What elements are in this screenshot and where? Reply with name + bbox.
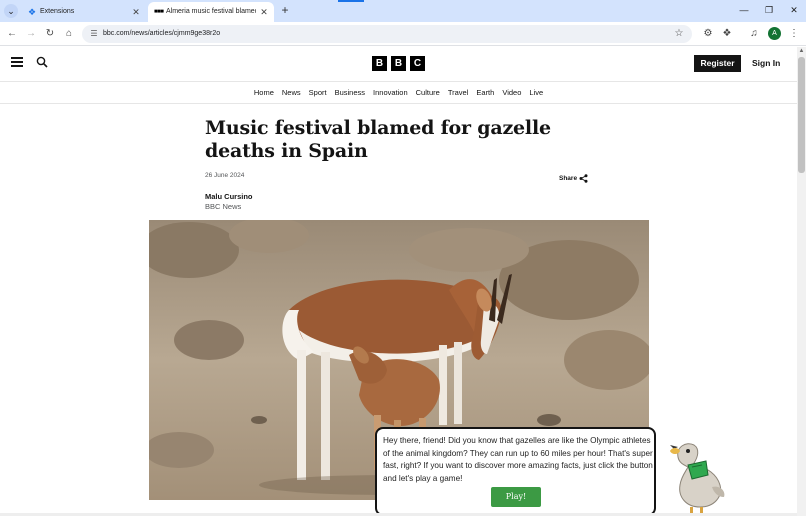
profile-avatar[interactable]: A — [768, 27, 781, 40]
home-icon[interactable]: ⌂ — [61, 26, 77, 42]
address-bar[interactable]: ☰ bbc.com/news/articles/cjmm9ge38r2o ☆ — [82, 25, 692, 43]
tab-label: Almeria music festival blamed fo — [166, 8, 256, 15]
nav-item-earth[interactable]: Earth — [476, 84, 494, 102]
nav-item-live[interactable]: Live — [529, 84, 543, 102]
fact-popup: Hey there, friend! Did you know that gaz… — [375, 427, 656, 516]
divider — [0, 81, 797, 82]
main-nav: Home News Sport Business Innovation Cult… — [0, 84, 797, 102]
browser-tabstrip: ⌄ ❖ Extensions ✕ ■■■ Almeria music festi… — [0, 0, 806, 22]
reload-icon[interactable]: ↻ — [42, 26, 58, 42]
logo-letter: C — [410, 56, 425, 71]
nav-item-news[interactable]: News — [282, 84, 301, 102]
search-icon[interactable] — [36, 56, 48, 68]
sign-in-link[interactable]: Sign In — [752, 55, 780, 72]
url-text: bbc.com/news/articles/cjmm9ge38r2o — [103, 30, 221, 37]
scroll-thumb[interactable] — [798, 57, 805, 173]
article-source: BBC News — [205, 202, 242, 211]
minimize-button[interactable]: — — [735, 3, 753, 17]
register-button[interactable]: Register — [694, 55, 741, 72]
dodo-mascot-icon — [670, 443, 725, 515]
tab-close-icon[interactable]: ✕ — [258, 2, 270, 22]
media-control-icon[interactable]: ♫ — [746, 26, 762, 42]
tab-bbc-article[interactable]: ■■■ Almeria music festival blamed fo ✕ — [148, 2, 274, 22]
article-headline: Music festival blamed for gazelle deaths… — [205, 117, 551, 162]
nav-item-culture[interactable]: Culture — [416, 84, 440, 102]
scroll-up-icon[interactable]: ▲ — [797, 47, 806, 56]
extensions-puzzle-icon[interactable]: ❖ — [719, 26, 735, 42]
forward-arrow-icon[interactable]: → — [23, 26, 39, 42]
article-author: Malu Cursino — [205, 192, 253, 201]
close-window-button[interactable]: ✕ — [785, 3, 803, 17]
nav-item-sport[interactable]: Sport — [309, 84, 327, 102]
bbc-header: B B C Register Sign In — [0, 47, 797, 81]
popup-message: Hey there, friend! Did you know that gaz… — [383, 436, 653, 483]
restore-button[interactable]: ❐ — [760, 3, 778, 17]
site-info-icon[interactable]: ☰ — [88, 28, 100, 40]
nav-item-video[interactable]: Video — [502, 84, 521, 102]
share-button[interactable]: Share — [559, 175, 577, 182]
share-icon[interactable] — [579, 174, 588, 183]
page-scrollbar[interactable]: ▲ — [797, 47, 806, 516]
tab-extensions[interactable]: ❖ Extensions ✕ — [22, 2, 146, 22]
new-tab-button[interactable]: + — [278, 3, 292, 17]
article-date: 26 June 2024 — [205, 172, 245, 179]
bookmark-star-icon[interactable]: ☆ — [672, 27, 686, 41]
nav-item-business[interactable]: Business — [335, 84, 365, 102]
bbc-favicon-icon: ■■■ — [154, 9, 164, 15]
hamburger-menu-icon[interactable] — [11, 57, 23, 67]
nav-item-travel[interactable]: Travel — [448, 84, 469, 102]
browser-toolbar: ← → ↻ ⌂ ☰ bbc.com/news/articles/cjmm9ge3… — [0, 22, 806, 46]
tab-label: Extensions — [40, 8, 75, 15]
tab-search-icon[interactable]: ⌄ — [4, 4, 18, 18]
tab-indicator — [338, 0, 364, 2]
play-button[interactable]: Play! — [491, 487, 541, 507]
logo-letter: B — [372, 56, 387, 71]
nav-item-innovation[interactable]: Innovation — [373, 84, 408, 102]
extension-icon[interactable]: ⚙ — [700, 26, 716, 42]
back-arrow-icon[interactable]: ← — [4, 26, 20, 42]
tab-close-icon[interactable]: ✕ — [130, 2, 142, 22]
logo-letter: B — [391, 56, 406, 71]
nav-item-home[interactable]: Home — [254, 84, 274, 102]
divider — [0, 103, 797, 104]
puzzle-icon: ❖ — [28, 7, 37, 17]
menu-kebab-icon[interactable]: ⋮ — [786, 26, 802, 42]
